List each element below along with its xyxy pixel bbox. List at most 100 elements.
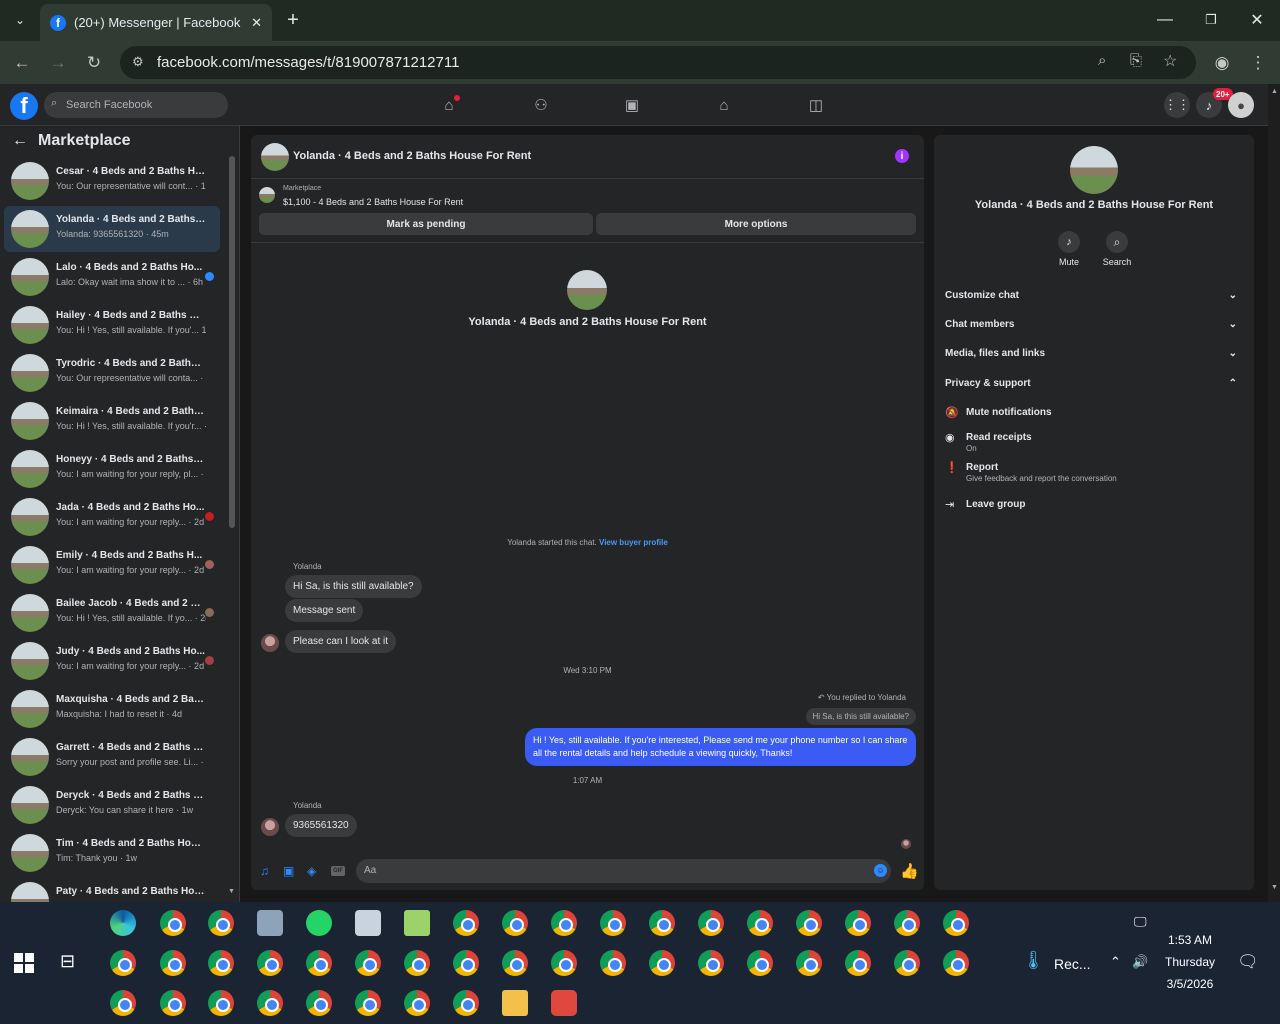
whatsapp-icon[interactable] <box>306 910 332 936</box>
marketplace-icon[interactable]: ⌂ <box>713 94 735 116</box>
chrome-icon[interactable] <box>894 910 920 936</box>
back-arrow-icon[interactable]: ← <box>12 132 28 150</box>
privacy-support-row[interactable]: Privacy & support ⌃ <box>945 378 1243 389</box>
facebook-logo-icon[interactable]: f <box>10 92 38 120</box>
details-avatar[interactable] <box>1070 146 1118 194</box>
chrome-icon[interactable] <box>160 950 186 976</box>
media-files-links-row[interactable]: Media, files and links ⌄ <box>945 348 1243 359</box>
tab-search-chevron-icon[interactable]: ⌄ <box>8 8 32 32</box>
profile-icon[interactable]: ◉ <box>1210 51 1234 75</box>
install-app-icon[interactable]: ⎘ <box>1130 52 1142 69</box>
conversation-item[interactable]: Judy · 4 Beds and 2 Baths Ho... You: I am… <box>4 638 220 684</box>
window-close-icon[interactable]: ✕ <box>1245 8 1269 32</box>
conversation-item[interactable]: Honeyy · 4 Beds and 2 Baths H... You: I a… <box>4 446 220 492</box>
chrome-icon[interactable] <box>404 950 430 976</box>
chrome-icon[interactable] <box>453 910 479 936</box>
chrome-icon[interactable] <box>649 950 675 976</box>
read-receipts-item[interactable]: ◉ Read receipts On <box>945 431 1243 455</box>
bookmark-star-icon[interactable]: ☆ <box>1163 51 1177 71</box>
conversation-item[interactable]: Cesar · 4 Beds and 2 Baths Hou... You: Ou… <box>4 158 220 204</box>
gallery-icon[interactable]: ▣ <box>283 864 294 878</box>
sender-avatar[interactable] <box>261 818 279 836</box>
back-arrow-icon[interactable]: ← <box>10 51 34 75</box>
chrome-icon[interactable] <box>502 910 528 936</box>
chrome-icon[interactable] <box>208 950 234 976</box>
chrome-icon[interactable] <box>208 910 234 936</box>
leave-group-item[interactable]: ⇥ Leave group <box>945 498 1243 514</box>
more-options-button[interactable]: More options <box>596 213 916 235</box>
clock-time[interactable]: 1:53 AM <box>1150 933 1230 947</box>
chrome-icon[interactable] <box>257 950 283 976</box>
app-icon[interactable] <box>355 910 381 936</box>
mute-notifications-item[interactable]: 🔕 Mute notifications <box>945 406 1243 422</box>
gif-icon[interactable]: GIF <box>331 866 345 876</box>
clock-date[interactable]: 3/5/2026 <box>1150 977 1230 991</box>
chrome-icon[interactable] <box>747 910 773 936</box>
conversation-item[interactable]: Deryck · 4 Beds and 2 Baths Ho... Deryck:… <box>4 782 220 828</box>
customize-chat-row[interactable]: Customize chat ⌄ <box>945 290 1243 301</box>
conversation-info-icon[interactable]: i <box>895 149 909 163</box>
sticker-icon[interactable]: ◈ <box>307 864 316 878</box>
message-input[interactable]: Aa ☺ <box>356 859 891 883</box>
conversation-item[interactable]: Bailee Jacob · 4 Beds and 2 B... You: Hi … <box>4 590 220 636</box>
chat-title[interactable]: Yolanda · 4 Beds and 2 Baths House For R… <box>293 150 531 162</box>
active-tab[interactable]: f (20+) Messenger | Facebook ✕ <box>40 4 272 41</box>
search-label[interactable]: Search <box>1097 257 1137 267</box>
notification-center-icon[interactable]: 🗨 <box>1237 952 1259 972</box>
scroll-down-icon[interactable]: ▼ <box>1271 884 1278 891</box>
incoming-message[interactable]: Message sent <box>285 599 364 622</box>
conversation-item[interactable]: Keimaira · 4 Beds and 2 Baths ... You: Hi… <box>4 398 220 444</box>
friends-icon[interactable]: ⚇ <box>530 94 552 116</box>
chrome-icon[interactable] <box>551 950 577 976</box>
facebook-search-input[interactable]: ⌕ Search Facebook <box>44 92 228 118</box>
new-tab-plus-icon[interactable]: + <box>282 8 304 32</box>
chrome-icon[interactable] <box>208 990 234 1016</box>
conversation-item[interactable]: Tyrodric · 4 Beds and 2 Baths H... You: O… <box>4 350 220 396</box>
chrome-icon[interactable] <box>796 950 822 976</box>
incoming-message[interactable]: 9365561320 <box>285 814 357 837</box>
chrome-icon[interactable] <box>355 950 381 976</box>
chrome-icon[interactable] <box>110 990 136 1016</box>
file-explorer-icon[interactable] <box>502 990 528 1016</box>
chrome-icon[interactable] <box>306 950 332 976</box>
tab-close-icon[interactable]: ✕ <box>251 15 262 31</box>
chrome-icon[interactable] <box>747 950 773 976</box>
chrome-icon[interactable] <box>943 910 969 936</box>
chrome-icon[interactable] <box>355 990 381 1016</box>
tray-chevron-icon[interactable]: ⌃ <box>1110 954 1121 970</box>
reload-icon[interactable]: ↻ <box>82 51 106 75</box>
sidebar-scrollbar[interactable] <box>229 156 235 528</box>
chrome-icon[interactable] <box>551 910 577 936</box>
chrome-icon[interactable] <box>796 910 822 936</box>
start-windows-icon[interactable] <box>14 953 34 973</box>
volume-icon[interactable]: 🔊 <box>1132 954 1148 970</box>
chrome-icon[interactable] <box>894 950 920 976</box>
mark-as-pending-button[interactable]: Mark as pending <box>259 213 593 235</box>
mute-bell-icon[interactable]: ♪ <box>1058 231 1080 253</box>
gaming-icon[interactable]: ◫ <box>805 94 827 116</box>
network-icon[interactable]: 🖵 <box>1134 914 1147 930</box>
edge-icon[interactable] <box>110 910 136 936</box>
page-scrollbar[interactable]: ▲ ▼ <box>1268 84 1280 902</box>
chrome-icon[interactable] <box>453 950 479 976</box>
microphone-icon[interactable]: ♫ <box>260 864 269 878</box>
site-info-icon[interactable]: ⚙ <box>132 54 144 70</box>
conversation-item[interactable]: Emily · 4 Beds and 2 Baths H... You: I am… <box>4 542 220 588</box>
mute-label[interactable]: Mute <box>1049 257 1089 267</box>
chrome-icon[interactable] <box>600 910 626 936</box>
thumbs-up-icon[interactable]: 👍 <box>900 862 919 880</box>
view-buyer-profile-link[interactable]: View buyer profile <box>599 538 668 547</box>
address-bar[interactable]: ⚙ facebook.com/messages/t/81900787121271… <box>120 46 1196 79</box>
chrome-icon[interactable] <box>698 910 724 936</box>
conversation-item[interactable]: Jada · 4 Beds and 2 Baths Ho... You: I am… <box>4 494 220 540</box>
restore-icon[interactable]: ❐ <box>1199 8 1223 32</box>
minimize-icon[interactable]: — <box>1153 8 1177 32</box>
conversation-item[interactable]: Tim · 4 Beds and 2 Baths Hous... Tim: Tha… <box>4 830 220 876</box>
chrome-icon[interactable] <box>257 990 283 1016</box>
conversation-item[interactable]: Lalo · 4 Beds and 2 Baths Ho... Lalo: Oka… <box>4 254 220 300</box>
chat-avatar[interactable] <box>261 143 289 171</box>
conversation-item[interactable]: Maxquisha · 4 Beds and 2 Bath... Maxquish… <box>4 686 220 732</box>
quoted-message[interactable]: Hi Sa, is this still available? <box>805 708 916 725</box>
incoming-message[interactable]: Hi Sa, is this still available? <box>285 575 422 598</box>
weather-thermometer-icon[interactable]: 🌡 <box>1022 950 1045 971</box>
